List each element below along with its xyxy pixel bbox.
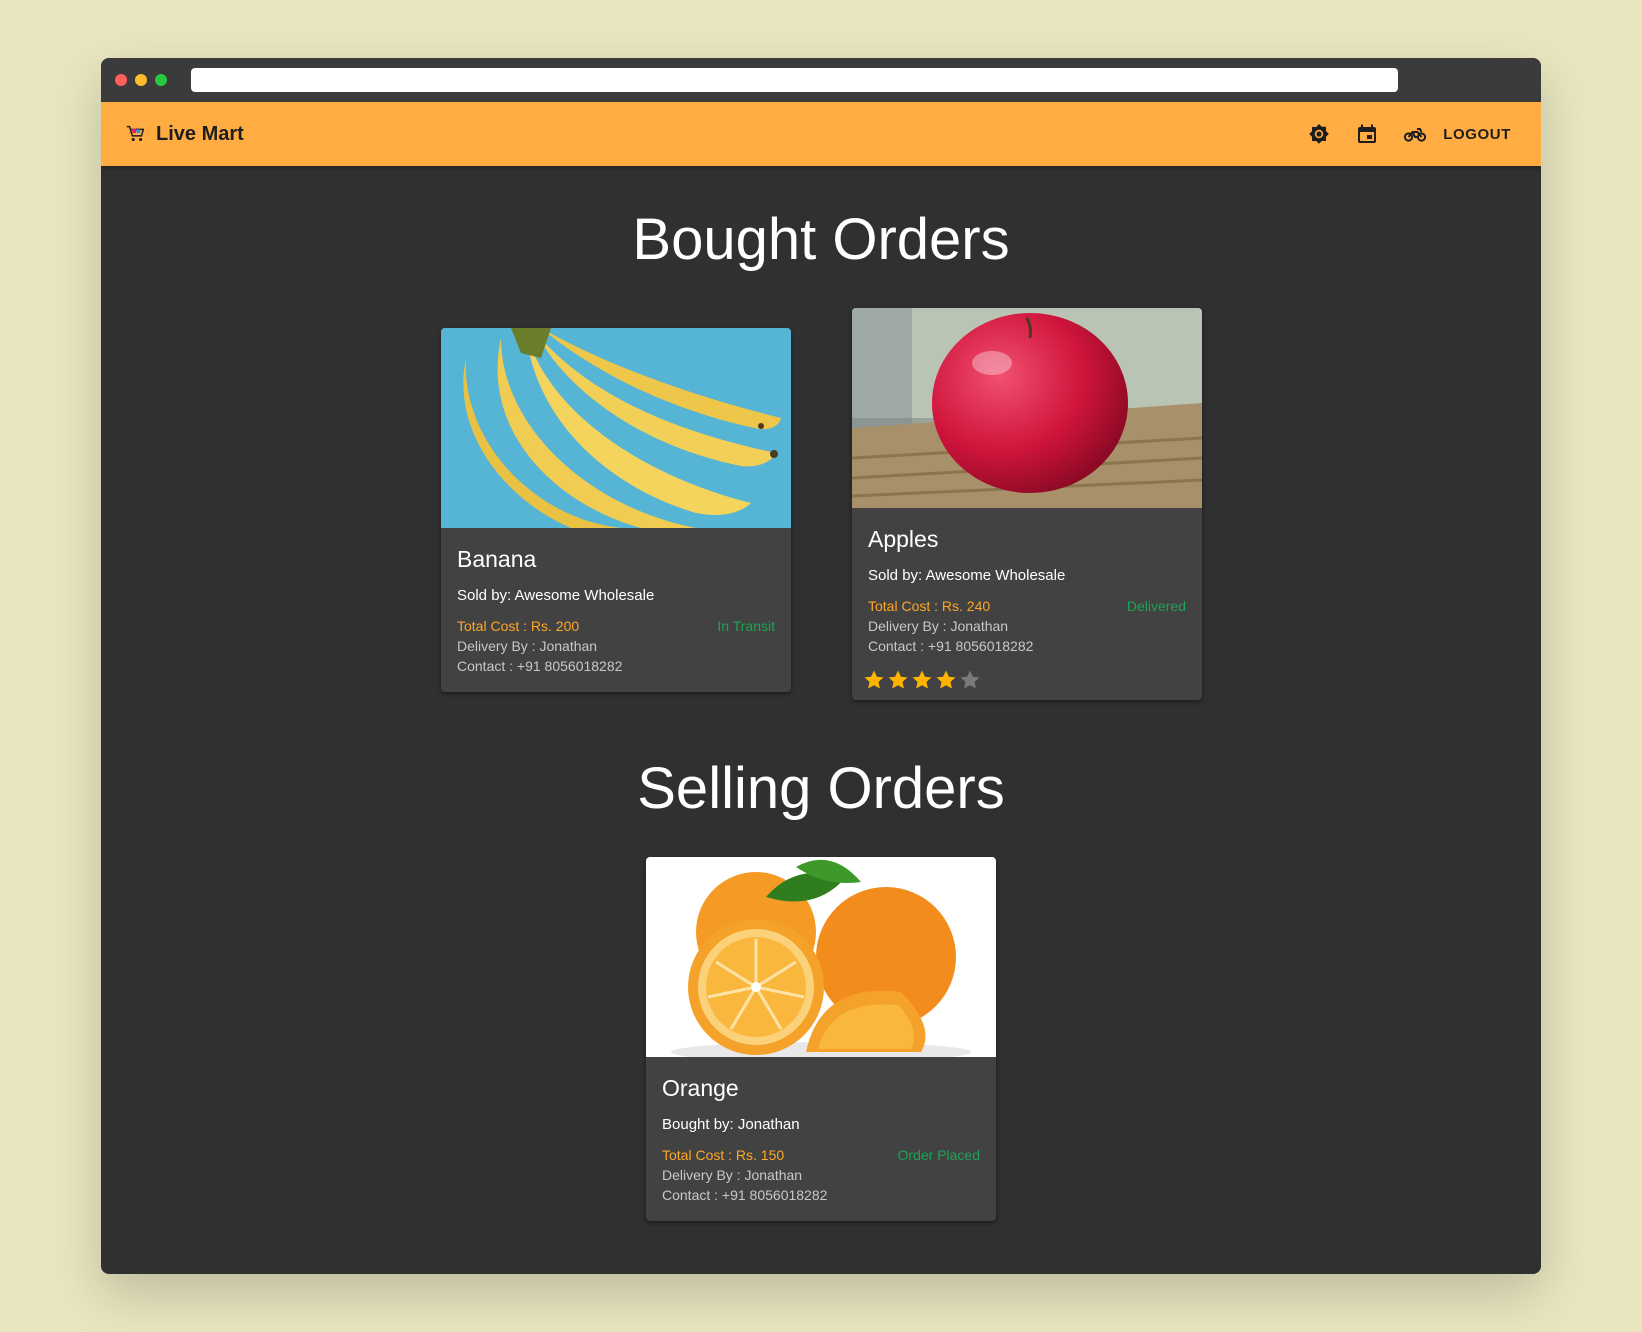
seller-name: Sold by: Awesome Wholesale xyxy=(457,587,655,604)
order-card-orange[interactable]: Orange Bought by: Jonathan Total Cost : … xyxy=(646,857,996,1221)
star-filled-icon[interactable] xyxy=(862,668,886,692)
product-name: Banana xyxy=(457,546,537,572)
seller-name: Sold by: Awesome Wholesale xyxy=(868,567,1066,584)
product-name: Orange xyxy=(662,1075,739,1101)
maximize-window-dot[interactable] xyxy=(155,74,167,86)
star-filled-icon[interactable] xyxy=(910,668,934,692)
star-empty-icon[interactable] xyxy=(958,668,982,692)
order-status: Order Placed xyxy=(897,1147,980,1163)
apple-image xyxy=(852,308,1202,508)
address-bar[interactable] xyxy=(191,68,1398,92)
contact-number: Contact : +91 8056018282 xyxy=(662,1187,828,1203)
calendar-icon xyxy=(1358,124,1377,143)
motorbike-icon xyxy=(1404,128,1427,142)
app-bar-actions: LOGOUT xyxy=(1295,102,1511,166)
app-bar: Live Mart LOGOUT xyxy=(101,102,1541,166)
order-card-banana[interactable]: Banana Sold by: Awesome Wholesale Total … xyxy=(441,328,791,692)
total-cost: Total Cost : Rs. 150 xyxy=(662,1147,785,1163)
minimize-window-dot[interactable] xyxy=(135,74,147,86)
orange-image xyxy=(646,857,996,1057)
bought-orders-heading: Bought Orders xyxy=(632,207,1010,272)
contact-number: Contact : +91 8056018282 xyxy=(457,658,623,674)
browser-titlebar xyxy=(101,58,1541,102)
banana-image xyxy=(441,328,791,528)
brightness-icon xyxy=(1309,124,1330,144)
selling-orders-heading: Selling Orders xyxy=(637,756,1005,821)
browser-window: Live Mart LOGOUT Bought Orders Banana So… xyxy=(101,58,1541,1274)
delivery-person: Delivery By : Jonathan xyxy=(662,1167,803,1183)
close-window-dot[interactable] xyxy=(115,74,127,86)
order-status: In Transit xyxy=(717,618,775,634)
total-cost: Total Cost : Rs. 200 xyxy=(457,618,580,634)
theme-toggle-button[interactable] xyxy=(1295,110,1343,158)
app-name: Live Mart xyxy=(156,122,244,145)
cost-status-row: Total Cost : Rs. 150 Order Placed xyxy=(662,1145,980,1165)
product-name: Apples xyxy=(868,526,939,552)
star-filled-icon[interactable] xyxy=(886,668,910,692)
logout-button[interactable]: LOGOUT xyxy=(1443,126,1511,143)
deliveries-button[interactable] xyxy=(1391,110,1439,158)
delivery-person: Delivery By : Jonathan xyxy=(457,638,598,654)
buyer-name: Bought by: Jonathan xyxy=(662,1116,800,1133)
order-card-apples[interactable]: Apples Sold by: Awesome Wholesale Total … xyxy=(852,308,1202,700)
delivery-person: Delivery By : Jonathan xyxy=(868,618,1009,634)
order-status: Delivered xyxy=(1126,598,1186,614)
cost-status-row: Total Cost : Rs. 240 Delivered xyxy=(868,596,1186,616)
calendar-button[interactable] xyxy=(1343,110,1391,158)
total-cost: Total Cost : Rs. 240 xyxy=(868,598,991,614)
star-filled-icon[interactable] xyxy=(934,668,958,692)
cost-status-row: Total Cost : Rs. 200 In Transit xyxy=(457,616,775,636)
star-rating[interactable] xyxy=(852,668,1202,700)
contact-number: Contact : +91 8056018282 xyxy=(868,638,1034,654)
shopping-cart-icon xyxy=(126,125,145,142)
brand[interactable]: Live Mart xyxy=(125,102,244,166)
